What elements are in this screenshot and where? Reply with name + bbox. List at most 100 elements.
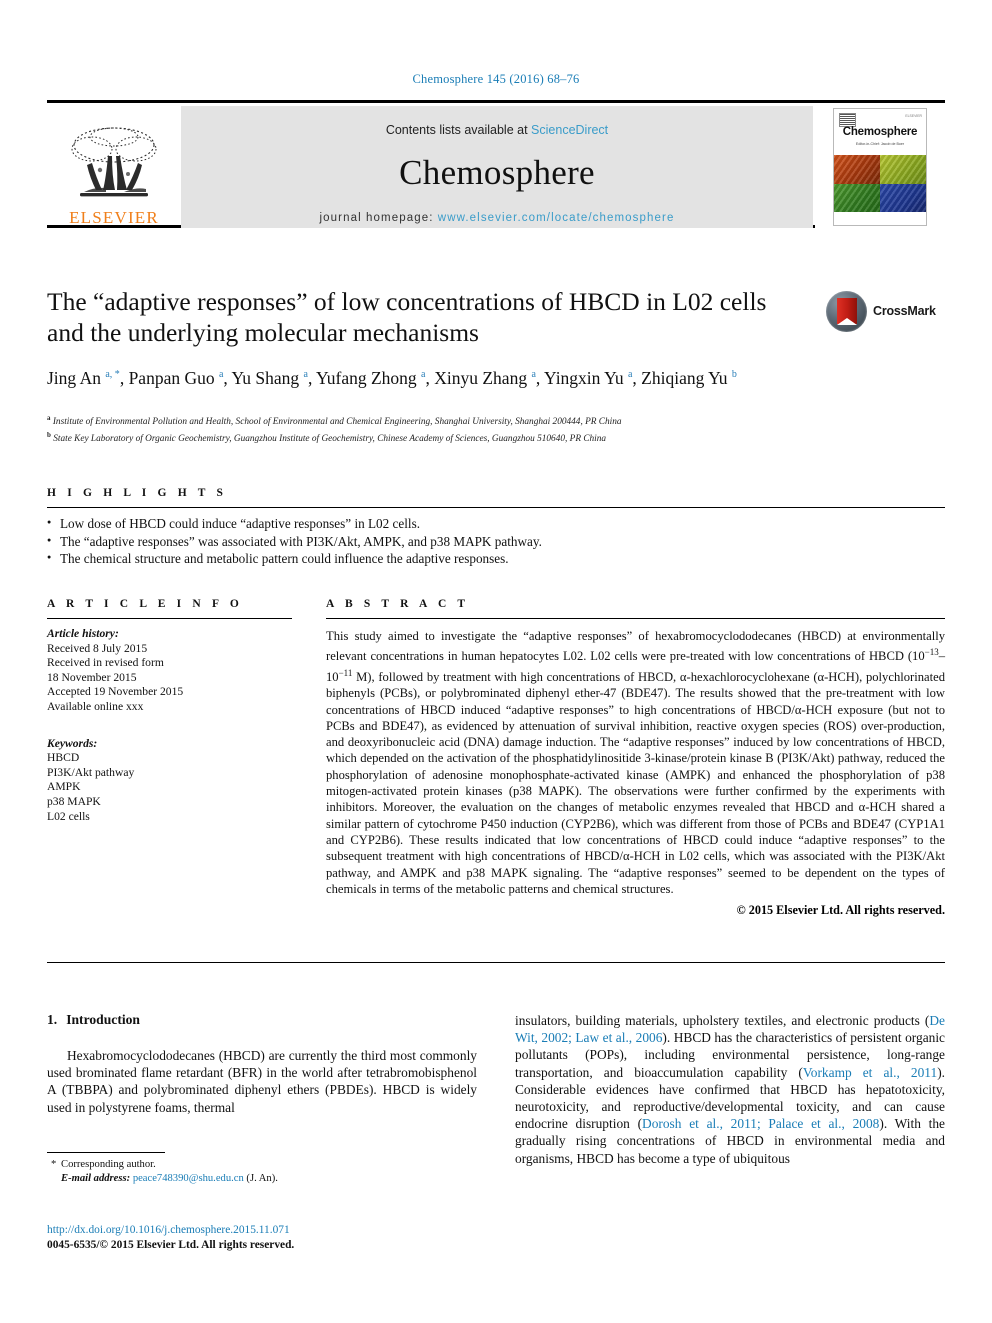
email-line: E-mail address: peace748390@shu.edu.cn (… [47, 1172, 477, 1186]
highlights-heading: H I G H L I G H T S [47, 487, 228, 499]
title-block: The “adaptive responses” of low concentr… [47, 286, 807, 348]
elsevier-tree-icon [71, 127, 157, 197]
history-line: 18 November 2015 [47, 670, 137, 684]
author-affiliation-marker: a [531, 369, 536, 380]
body-column-right: insulators, building materials, upholste… [515, 1012, 945, 1167]
section-title: Introduction [66, 1012, 140, 1027]
author-entry[interactable]: Jing An a, * [47, 368, 120, 388]
crossmark-icon [826, 290, 867, 332]
journal-title: Chemosphere [399, 153, 595, 192]
author-entry[interactable]: Xinyu Zhang a [434, 368, 536, 388]
body-column-left: 1. Introduction Hexabromocyclododecanes (… [47, 1012, 477, 1116]
keyword-item: L02 cells [47, 809, 90, 823]
journal-cover-thumbnail: ELSEVIER Chemosphere Editor-in-Chief: Ja… [815, 106, 945, 228]
author-entry[interactable]: Yingxin Yu a [544, 368, 632, 388]
cover-quadrant-blue [880, 183, 926, 212]
article-info-section: A R T I C L E I N F O Article history: R… [47, 598, 292, 824]
author-affiliation-marker: a [303, 369, 308, 380]
list-item: Low dose of HBCD could induce “adaptive … [47, 514, 945, 533]
corresponding-author-line: * Corresponding author. [47, 1158, 477, 1172]
author-list: Jing An a, *, Panpan Guo a, Yu Shang a, … [47, 367, 737, 388]
corresponding-author-marker: * [51, 1159, 57, 1170]
footnote-block: * Corresponding author. E-mail address: p… [47, 1152, 477, 1186]
abstract-exponent-low: −13 [924, 647, 939, 658]
abstract-heading: A B S T R A C T [326, 598, 470, 610]
author-entry[interactable]: Zhiqiang Yu b [641, 368, 737, 388]
keyword-item: AMPK [47, 780, 81, 794]
keyword-item: PI3K/Akt pathway [47, 765, 135, 779]
list-item: The chemical structure and metabolic pat… [47, 549, 945, 568]
history-line: Available online xxx [47, 699, 144, 713]
cover-elsevier-icon [839, 113, 856, 127]
running-head: Chemosphere 145 (2016) 68–76 [412, 72, 580, 86]
issn-copyright-line: 0045-6535/© 2015 Elsevier Ltd. All right… [47, 1239, 295, 1251]
email-label: E-mail address: [61, 1173, 131, 1184]
crossmark-label: CrossMark [873, 304, 936, 318]
abstract-text: This study aimed to investigate the “ada… [326, 628, 945, 897]
keyword-item: p38 MAPK [47, 794, 101, 808]
abstract-exponent-high: −11 [338, 667, 353, 678]
author-entry[interactable]: Yufang Zhong a [316, 368, 425, 388]
email-suffix: (J. An). [246, 1173, 278, 1184]
corresponding-author-label: Corresponding author. [61, 1159, 156, 1170]
article-history-label: Article history: [47, 627, 119, 640]
contents-available-line: Contents lists available at ScienceDirec… [181, 123, 813, 137]
doi-block: http://dx.doi.org/10.1016/j.chemosphere.… [47, 1223, 477, 1253]
author-entry[interactable]: Panpan Guo a [129, 368, 224, 388]
cover-bottom-band [834, 212, 926, 225]
author-name: Yingxin Yu [544, 367, 624, 388]
citation-link-vorkamp[interactable]: Vorkamp et al., 2011 [803, 1065, 937, 1080]
author-entry[interactable]: Yu Shang a [232, 368, 308, 388]
author-name: Panpan Guo [128, 367, 215, 388]
author-name: Yufang Zhong [316, 367, 417, 388]
affiliation-item: b State Key Laboratory of Organic Geoche… [47, 429, 877, 446]
cover-quadrant-yellow [880, 155, 926, 184]
elsevier-logo: ELSEVIER [47, 106, 181, 228]
abstract-part-1: This study aimed to investigate the “ada… [326, 629, 945, 664]
intro-text-a: insulators, building materials, upholste… [515, 1013, 930, 1028]
contents-prefix: Contents lists available at [385, 123, 528, 137]
cover-top-band: ELSEVIER Chemosphere Editor-in-Chief: Ja… [834, 109, 926, 155]
affiliation-marker: b [47, 430, 51, 439]
article-info-divider [47, 618, 292, 619]
email-link[interactable]: peace748390@shu.edu.cn [133, 1173, 244, 1184]
homepage-url-link[interactable]: www.elsevier.com/locate/chemosphere [438, 212, 675, 224]
elsevier-wordmark: ELSEVIER [69, 208, 159, 227]
crossmark-badge[interactable]: CrossMark [826, 288, 946, 334]
abstract-bottom-divider [47, 962, 945, 963]
article-page: Chemosphere 145 (2016) 68–76 ELSEVIER Co… [0, 0, 992, 1323]
keywords-label: Keywords: [47, 736, 98, 750]
cover-subtitle: Editor-in-Chief: Jacob de Boer [855, 142, 905, 146]
affiliation-text: State Key Laboratory of Organic Geochemi… [53, 433, 607, 444]
list-item: The “adaptive responses” was associated … [47, 532, 945, 551]
intro-paragraph-right: insulators, building materials, upholste… [515, 1012, 945, 1167]
history-line: Accepted 19 November 2015 [47, 685, 184, 699]
history-line: Received 8 July 2015 [47, 641, 148, 655]
author-name: Yu Shang [231, 367, 300, 388]
article-history-block: Article history: Received 8 July 2015 Re… [47, 627, 292, 715]
article-info-heading: A R T I C L E I N F O [47, 598, 243, 610]
abstract-part-2: M), followed by treatment with high conc… [326, 669, 945, 896]
sciencedirect-link[interactable]: ScienceDirect [531, 123, 608, 137]
section-number: 1. [47, 1012, 58, 1027]
author-affiliation-marker: a, * [105, 369, 120, 380]
footnote-divider [47, 1152, 165, 1153]
cover-quadrant-orange [834, 155, 880, 184]
abstract-copyright: © 2015 Elsevier Ltd. All rights reserved… [736, 903, 945, 918]
journal-masthead: ELSEVIER Contents lists available at Sci… [47, 100, 945, 228]
citation-link-dorosh-palace[interactable]: Dorosh et al., 2011; Palace et al., 2008 [642, 1116, 879, 1131]
section-heading-introduction: 1. Introduction [47, 1012, 477, 1028]
affiliation-text: Institute of Environmental Pollution and… [52, 417, 622, 428]
affiliation-marker: a [47, 414, 51, 422]
abstract-section: A B S T R A C T This study aimed to inve… [326, 598, 945, 918]
page-title: The “adaptive responses” of low concentr… [47, 287, 767, 347]
highlights-section: H I G H L I G H T S Low dose of HBCD cou… [47, 487, 945, 568]
author-affiliation-marker: b [731, 369, 737, 380]
cover-corner-label: ELSEVIER [905, 114, 922, 118]
author-name: Xinyu Zhang [434, 367, 528, 388]
journal-homepage-line: journal homepage: www.elsevier.com/locat… [181, 212, 813, 224]
author-affiliation-marker: a [421, 369, 426, 380]
doi-link[interactable]: http://dx.doi.org/10.1016/j.chemosphere.… [47, 1223, 477, 1238]
keywords-block: Keywords: HBCD PI3K/Akt pathway AMPK p38… [47, 737, 292, 825]
keyword-item: HBCD [47, 751, 80, 765]
